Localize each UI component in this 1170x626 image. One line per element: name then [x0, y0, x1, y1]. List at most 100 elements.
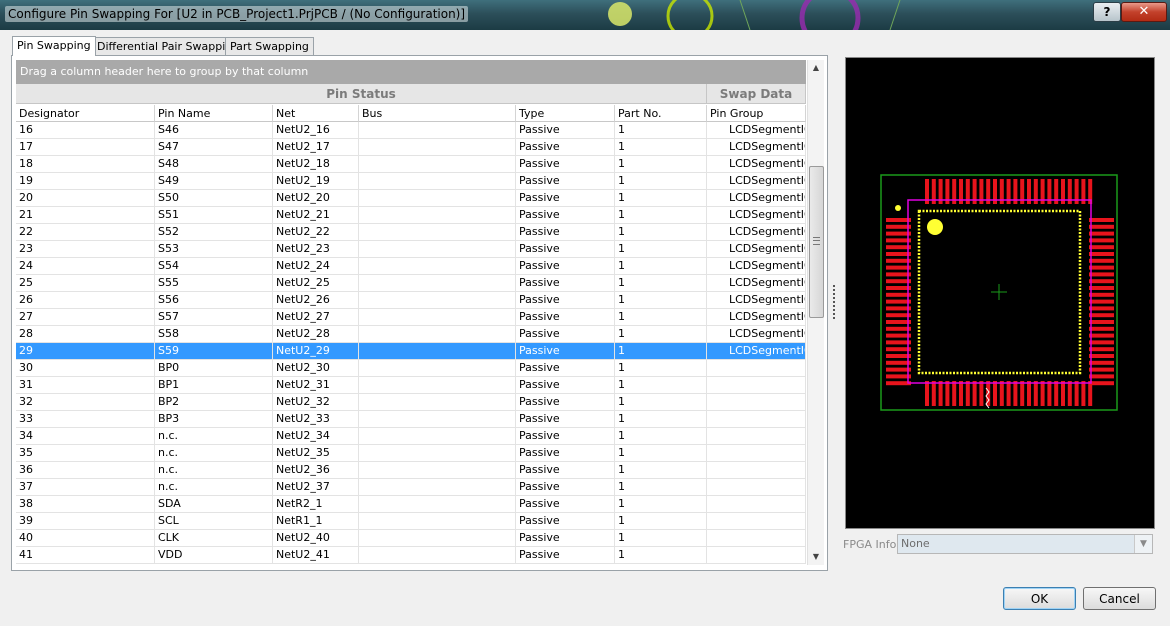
cell-pin-group[interactable]: LCDSegmentIO [707, 190, 806, 206]
cell-designator[interactable]: 17 [16, 139, 155, 155]
cell-net[interactable]: NetR1_1 [273, 513, 359, 529]
cell-designator[interactable]: 40 [16, 530, 155, 546]
cell-bus[interactable] [359, 513, 516, 529]
cell-net[interactable]: NetU2_19 [273, 173, 359, 189]
cell-type[interactable]: Passive [516, 513, 615, 529]
cell-bus[interactable] [359, 428, 516, 444]
cell-pin-group[interactable]: LCDSegmentIO [707, 241, 806, 257]
cell-pin-name[interactable]: S46 [155, 122, 273, 138]
table-row[interactable]: 30 BP0 NetU2_30 Passive 1 [16, 360, 806, 377]
cell-designator[interactable]: 16 [16, 122, 155, 138]
cell-designator[interactable]: 38 [16, 496, 155, 512]
scroll-down-arrow-icon[interactable]: ▼ [808, 549, 824, 565]
cell-pin-group[interactable]: LCDSegmentIO [707, 122, 806, 138]
cell-part-no[interactable]: 1 [615, 190, 707, 206]
table-row[interactable]: 21 S51 NetU2_21 Passive 1 LCDSegmentIO [16, 207, 806, 224]
cell-type[interactable]: Passive [516, 207, 615, 223]
cell-pin-group[interactable] [707, 513, 806, 529]
cell-type[interactable]: Passive [516, 241, 615, 257]
ok-button[interactable]: OK [1003, 587, 1076, 610]
cell-designator[interactable]: 19 [16, 173, 155, 189]
table-row[interactable]: 27 S57 NetU2_27 Passive 1 LCDSegmentIO [16, 309, 806, 326]
cell-net[interactable]: NetU2_35 [273, 445, 359, 461]
group-by-panel[interactable]: Drag a column header here to group by th… [16, 60, 806, 84]
cell-pin-name[interactable]: BP1 [155, 377, 273, 393]
column-header-pin-name[interactable]: Pin Name [155, 105, 273, 122]
table-row[interactable]: 34 n.c. NetU2_34 Passive 1 [16, 428, 806, 445]
tab-pin-swapping[interactable]: Pin Swapping [12, 36, 96, 56]
cell-type[interactable]: Passive [516, 377, 615, 393]
table-row[interactable]: 20 S50 NetU2_20 Passive 1 LCDSegmentIO [16, 190, 806, 207]
cell-net[interactable]: NetU2_34 [273, 428, 359, 444]
cell-bus[interactable] [359, 343, 516, 359]
cell-net[interactable]: NetU2_25 [273, 275, 359, 291]
cell-pin-name[interactable]: S59 [155, 343, 273, 359]
cell-pin-group[interactable] [707, 411, 806, 427]
cell-bus[interactable] [359, 411, 516, 427]
cell-pin-group[interactable] [707, 428, 806, 444]
column-header-type[interactable]: Type [516, 105, 615, 122]
cell-part-no[interactable]: 1 [615, 411, 707, 427]
cell-pin-name[interactable]: S55 [155, 275, 273, 291]
cell-part-no[interactable]: 1 [615, 241, 707, 257]
cell-designator[interactable]: 36 [16, 462, 155, 478]
table-row[interactable]: 41 VDD NetU2_41 Passive 1 [16, 547, 806, 564]
cell-type[interactable]: Passive [516, 547, 615, 563]
cell-part-no[interactable]: 1 [615, 173, 707, 189]
cell-designator[interactable]: 37 [16, 479, 155, 495]
cell-net[interactable]: NetU2_24 [273, 258, 359, 274]
table-row[interactable]: 36 n.c. NetU2_36 Passive 1 [16, 462, 806, 479]
cell-pin-name[interactable]: S48 [155, 156, 273, 172]
cell-part-no[interactable]: 1 [615, 547, 707, 563]
table-row[interactable]: 40 CLK NetU2_40 Passive 1 [16, 530, 806, 547]
cell-bus[interactable] [359, 309, 516, 325]
cell-designator[interactable]: 31 [16, 377, 155, 393]
cell-bus[interactable] [359, 241, 516, 257]
cell-bus[interactable] [359, 275, 516, 291]
cell-type[interactable]: Passive [516, 309, 615, 325]
cell-designator[interactable]: 21 [16, 207, 155, 223]
table-row[interactable]: 16 S46 NetU2_16 Passive 1 LCDSegmentIO [16, 122, 806, 139]
fpga-info-select[interactable]: None ▼ [897, 534, 1153, 554]
cell-type[interactable]: Passive [516, 292, 615, 308]
cell-pin-group[interactable]: LCDSegmentIO [707, 207, 806, 223]
cell-pin-name[interactable]: S54 [155, 258, 273, 274]
cell-pin-group[interactable] [707, 462, 806, 478]
tab-part-swapping[interactable]: Part Swapping [225, 37, 314, 55]
cell-part-no[interactable]: 1 [615, 377, 707, 393]
cell-part-no[interactable]: 1 [615, 530, 707, 546]
cell-net[interactable]: NetU2_36 [273, 462, 359, 478]
cell-part-no[interactable]: 1 [615, 122, 707, 138]
cell-type[interactable]: Passive [516, 258, 615, 274]
help-button[interactable]: ? [1093, 2, 1121, 22]
cell-part-no[interactable]: 1 [615, 513, 707, 529]
cell-pin-name[interactable]: S58 [155, 326, 273, 342]
cell-bus[interactable] [359, 547, 516, 563]
cell-part-no[interactable]: 1 [615, 224, 707, 240]
table-row[interactable]: 31 BP1 NetU2_31 Passive 1 [16, 377, 806, 394]
cell-type[interactable]: Passive [516, 122, 615, 138]
cell-designator[interactable]: 28 [16, 326, 155, 342]
cell-pin-group[interactable]: LCDSegmentIO [707, 139, 806, 155]
cell-type[interactable]: Passive [516, 190, 615, 206]
cell-type[interactable]: Passive [516, 530, 615, 546]
cell-pin-name[interactable]: S52 [155, 224, 273, 240]
cell-net[interactable]: NetU2_22 [273, 224, 359, 240]
table-row[interactable]: 39 SCL NetR1_1 Passive 1 [16, 513, 806, 530]
cell-designator[interactable]: 26 [16, 292, 155, 308]
cell-pin-group[interactable] [707, 479, 806, 495]
cell-pin-name[interactable]: BP0 [155, 360, 273, 376]
cell-type[interactable]: Passive [516, 139, 615, 155]
cell-pin-name[interactable]: S47 [155, 139, 273, 155]
cell-pin-name[interactable]: S49 [155, 173, 273, 189]
cell-bus[interactable] [359, 377, 516, 393]
cell-pin-name[interactable]: S56 [155, 292, 273, 308]
cell-net[interactable]: NetU2_32 [273, 394, 359, 410]
cell-net[interactable]: NetU2_33 [273, 411, 359, 427]
cell-designator[interactable]: 41 [16, 547, 155, 563]
cell-type[interactable]: Passive [516, 275, 615, 291]
cell-part-no[interactable]: 1 [615, 445, 707, 461]
column-header-designator[interactable]: Designator [16, 105, 155, 122]
cell-type[interactable]: Passive [516, 496, 615, 512]
scrollbar-thumb[interactable] [809, 166, 824, 318]
